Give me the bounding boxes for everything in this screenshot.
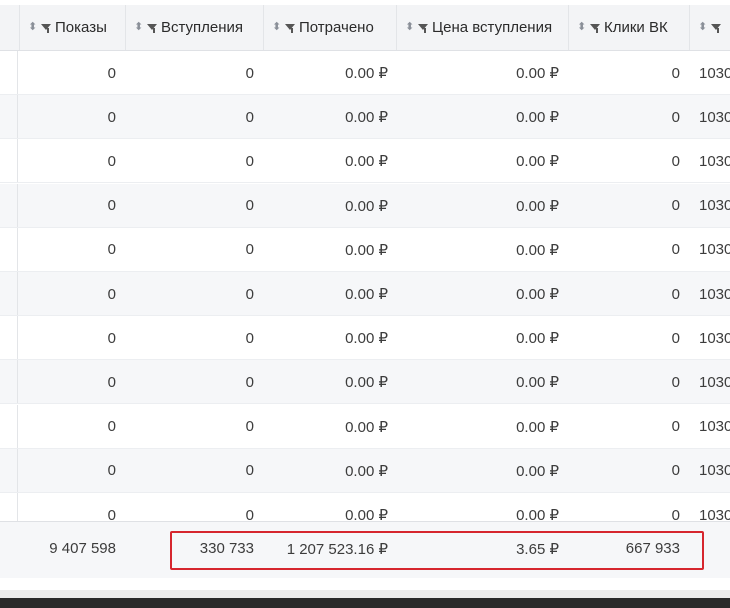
cell-join-price: 0.00 ₽	[516, 462, 559, 480]
cell-vk-clicks: 0	[671, 152, 680, 170]
cell-next: 1030	[699, 462, 730, 480]
scroll-area-edge	[0, 590, 730, 598]
cell-shows: 0	[107, 462, 116, 480]
table-header: ⬍ Показы ⬍ Вступления ⬍ Потрачено ⬍ Цена…	[0, 5, 730, 51]
column-header-next[interactable]: ⬍	[689, 5, 730, 50]
cell-joins: 0	[245, 152, 254, 170]
cell-spent: 0.00 ₽	[345, 153, 388, 171]
cell-next: 1030	[699, 285, 730, 303]
cell-spent: 0.00 ₽	[345, 418, 388, 436]
cell-spent: 0.00 ₽	[345, 241, 388, 259]
column-label: Вступления	[161, 19, 244, 36]
cell-next: 1030	[699, 152, 730, 170]
cell-spent: 0.00 ₽	[345, 330, 388, 348]
cell-joins: 0	[245, 285, 254, 303]
cell-shows: 0	[107, 64, 116, 82]
cell-joins: 0	[245, 373, 254, 391]
cell-vk-clicks: 0	[671, 373, 680, 391]
table-row[interactable]: 0 0 0.00 ₽ 0.00 ₽ 0 1030	[0, 139, 730, 184]
cell-joins: 0	[245, 197, 254, 215]
table-row[interactable]: 0 0 0.00 ₽ 0.00 ₽ 0 1030	[0, 183, 730, 228]
cell-shows: 0	[107, 108, 116, 126]
column-header-spent[interactable]: ⬍ Потрачено	[263, 5, 396, 50]
cell-shows: 0	[107, 241, 116, 259]
cell-shows: 0	[107, 418, 116, 436]
cell-next: 1030	[699, 197, 730, 215]
sort-icon[interactable]: ⬍	[134, 22, 143, 33]
cell-spent: 0.00 ₽	[345, 197, 388, 215]
cell-join-price: 0.00 ₽	[516, 197, 559, 215]
cell-next: 1030	[699, 108, 730, 126]
column-header-join-price[interactable]: ⬍ Цена вступления	[396, 5, 568, 50]
table-row[interactable]: 0 0 0.00 ₽ 0.00 ₽ 0 1030	[0, 316, 730, 361]
cell-spent: 0.00 ₽	[345, 109, 388, 127]
cell-vk-clicks: 0	[671, 462, 680, 480]
cell-spent: 0.00 ₽	[345, 374, 388, 392]
cell-spent: 0.00 ₽	[345, 286, 388, 303]
cell-join-price: 0.00 ₽	[516, 286, 559, 303]
cell-join-price: 0.00 ₽	[516, 418, 559, 436]
table-row[interactable]: 0 0 0.00 ₽ 0.00 ₽ 0 1030	[0, 272, 730, 316]
column-label: Цена вступления	[432, 19, 553, 36]
cell-vk-clicks: 0	[671, 197, 680, 215]
filter-icon[interactable]	[418, 23, 428, 30]
cell-join-price: 0.00 ₽	[516, 65, 559, 82]
cell-join-price: 0.00 ₽	[516, 241, 559, 259]
sort-icon[interactable]: ⬍	[698, 22, 707, 33]
cell-joins: 0	[245, 64, 254, 82]
cell-spent: 0.00 ₽	[345, 462, 388, 480]
cell-join-price: 0.00 ₽	[516, 374, 559, 392]
cell-joins: 0	[245, 108, 254, 126]
sort-icon[interactable]: ⬍	[577, 22, 586, 33]
header-spacer	[0, 5, 19, 50]
cell-vk-clicks: 0	[671, 285, 680, 303]
cell-shows: 0	[107, 329, 116, 347]
cell-shows: 0	[107, 152, 116, 170]
table-row[interactable]: 0 0 0.00 ₽ 0.00 ₽ 0 1030	[0, 448, 730, 493]
filter-icon[interactable]	[147, 23, 157, 30]
table-row[interactable]: 0 0 0.00 ₽ 0.00 ₽ 0 1030	[0, 227, 730, 272]
cell-join-price: 0.00 ₽	[516, 330, 559, 348]
cell-next: 1030	[699, 373, 730, 391]
totals-highlight-box	[170, 531, 704, 570]
cell-vk-clicks: 0	[671, 329, 680, 347]
cell-spent: 0.00 ₽	[345, 65, 388, 82]
cell-next: 1030	[699, 64, 730, 82]
table-row[interactable]: 0 0 0.00 ₽ 0.00 ₽ 0 1030	[0, 404, 730, 449]
window-bottom-edge	[0, 598, 730, 608]
cell-joins: 0	[245, 329, 254, 347]
filter-icon[interactable]	[285, 23, 295, 30]
cell-shows: 0	[107, 373, 116, 391]
cell-joins: 0	[245, 241, 254, 259]
column-label: Клики ВК	[604, 19, 668, 36]
cell-next: 1030	[699, 329, 730, 347]
sort-icon[interactable]: ⬍	[272, 22, 281, 33]
cell-vk-clicks: 0	[671, 108, 680, 126]
column-header-shows[interactable]: ⬍ Показы	[19, 5, 125, 50]
column-label: Потрачено	[299, 19, 374, 36]
total-shows: 9 407 598	[49, 540, 116, 557]
cell-joins: 0	[245, 462, 254, 480]
cell-next: 1030	[699, 241, 730, 259]
sort-icon[interactable]: ⬍	[28, 22, 37, 33]
column-label: Показы	[55, 19, 107, 36]
cell-join-price: 0.00 ₽	[516, 153, 559, 171]
table-row[interactable]: 0 0 0.00 ₽ 0.00 ₽ 0 1030	[0, 95, 730, 140]
column-header-vk-clicks[interactable]: ⬍ Клики ВК	[568, 5, 689, 50]
cell-vk-clicks: 0	[671, 64, 680, 82]
column-header-joins[interactable]: ⬍ Вступления	[125, 5, 263, 50]
cell-shows: 0	[107, 197, 116, 215]
cell-joins: 0	[245, 418, 254, 436]
filter-icon[interactable]	[41, 23, 51, 30]
table-row[interactable]: 0 0 0.00 ₽ 0.00 ₽ 0 1030	[0, 360, 730, 405]
cell-vk-clicks: 0	[671, 418, 680, 436]
cell-shows: 0	[107, 285, 116, 303]
filter-icon[interactable]	[590, 23, 600, 30]
table-row[interactable]: 0 0 0.00 ₽ 0.00 ₽ 0 1030	[0, 51, 730, 95]
cell-next: 1030	[699, 418, 730, 436]
sort-icon[interactable]: ⬍	[405, 22, 414, 33]
cell-join-price: 0.00 ₽	[516, 109, 559, 127]
cell-vk-clicks: 0	[671, 241, 680, 259]
filter-icon[interactable]	[711, 23, 721, 30]
